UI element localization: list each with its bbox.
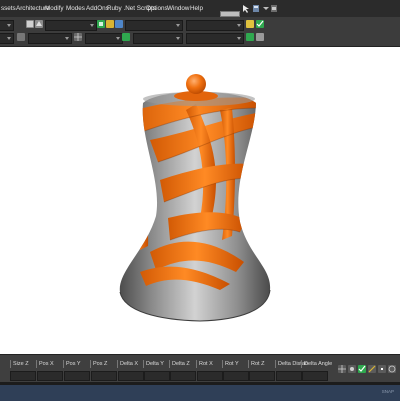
menu-modes[interactable]: Modes [66,5,85,12]
green-icon-2[interactable] [122,33,130,41]
tool-icon-2[interactable] [270,4,278,13]
value-delta-z[interactable] [170,371,196,381]
field-delta-angle: Delta Angle [300,360,333,368]
combo-1[interactable] [0,20,14,31]
field-delta-y: Delta Y [143,360,164,368]
combo-2[interactable] [0,33,14,44]
snap-active-icon[interactable] [358,365,366,373]
snap-icon[interactable] [17,33,25,41]
value-rot-z[interactable] [249,371,275,381]
snap-tangent-icon[interactable] [388,365,396,373]
field-delta-z: Delta Z [169,360,190,368]
tool-icon[interactable] [252,4,260,13]
yellow-star-icon[interactable] [246,20,254,28]
class-combo[interactable] [125,20,183,31]
layer-icon[interactable] [26,20,34,28]
field-delta-x: Delta X [116,360,139,368]
snap-smart-icon[interactable] [368,365,376,373]
menu-modify[interactable]: Modify [45,5,64,12]
toolbar [0,17,400,47]
value-delta-x[interactable] [118,371,144,381]
value-rot-x[interactable] [197,371,223,381]
menu-addons[interactable]: AddOns [86,5,109,12]
menu-bar: ssets Architecture Modify Modes AddOns R… [0,0,400,17]
green-check-icon[interactable] [256,20,264,28]
field-pos-y: Pos Y [63,360,81,368]
value-pos-x[interactable] [37,371,63,381]
bottom-bar: SNAP [0,385,400,401]
value-rot-y[interactable] [223,371,249,381]
green-icon-3[interactable] [246,33,254,41]
menu-help[interactable]: Help [190,5,203,12]
status-bar: Size Z Pos X Pos Y Pos Z Delta X Delta Y… [0,354,400,401]
field-size-z: Size Z [10,360,29,368]
snap-point-icon[interactable] [378,365,386,373]
grid-icon[interactable] [74,33,82,41]
toolbar-row-2 [0,31,400,44]
snap-label: SNAP [381,389,394,394]
toolbar-row-1 [0,18,400,31]
blue-square-icon[interactable] [115,20,123,28]
class-icon[interactable] [35,20,43,28]
green-flag-icon[interactable] [97,20,105,28]
twisted-vase-model [119,74,271,322]
mode-combo[interactable] [85,33,123,44]
plane-combo[interactable] [28,33,72,44]
menu-window[interactable]: Window [167,5,189,12]
dropdown-arrow-icon[interactable] [262,4,270,13]
view-combo[interactable] [186,20,244,31]
render-combo[interactable] [133,33,183,44]
select-arrow-icon[interactable] [242,4,250,13]
gray-icon[interactable] [256,33,264,41]
field-pos-z: Pos Z [89,360,108,368]
snap-object-icon[interactable] [348,365,356,373]
projection-combo[interactable] [186,33,244,44]
value-size-z[interactable] [10,371,36,381]
menu-assets[interactable]: ssets [1,5,16,12]
field-rot-x: Rot X [196,360,213,368]
field-rot-y: Rot Y [222,360,239,368]
yellow-tag-icon[interactable] [106,20,114,28]
layer-combo[interactable] [45,20,97,31]
field-pos-x: Pos X [36,360,54,368]
menu-options[interactable]: Options [146,5,168,12]
value-pos-z[interactable] [91,371,117,381]
value-delta-distance[interactable] [276,371,302,381]
snap-grid-icon[interactable] [338,365,346,373]
value-delta-angle[interactable] [302,371,328,381]
value-pos-y[interactable] [64,371,90,381]
3d-viewport[interactable] [0,47,400,354]
value-delta-y[interactable] [144,371,170,381]
field-rot-z: Rot Z [247,360,265,368]
